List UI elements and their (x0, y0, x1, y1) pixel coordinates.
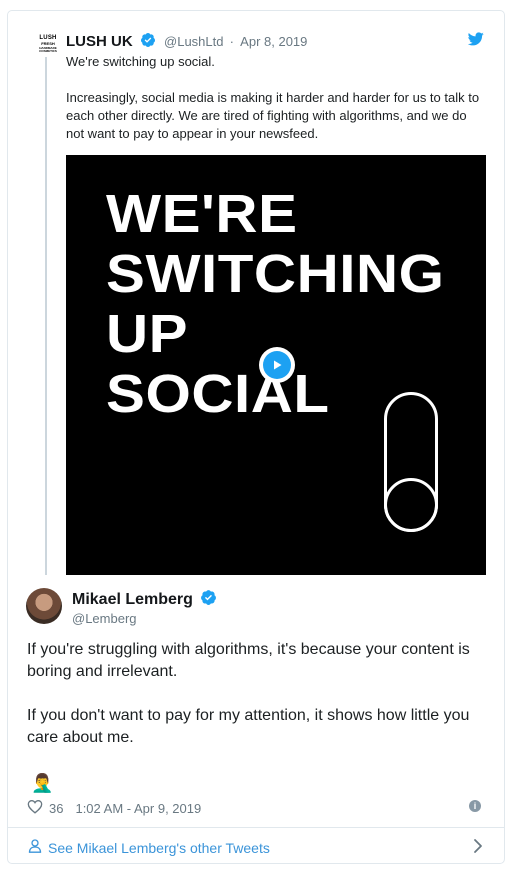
thread-line (45, 57, 47, 575)
quoted-author-handle[interactable]: @LushLtd (164, 34, 223, 49)
play-icon (263, 351, 291, 379)
play-button[interactable] (259, 347, 295, 383)
toggle-graphic (384, 392, 438, 532)
lush-avatar[interactable]: LUSH FRESH HANDMADE COSMETICS (39, 35, 57, 65)
divider (8, 827, 504, 828)
avatar-text-line3: HANDMADE COSMETICS (39, 46, 57, 53)
tweet-timestamp[interactable]: 1:02 AM - Apr 9, 2019 (75, 801, 201, 816)
verified-badge-icon (140, 32, 156, 52)
lemberg-avatar[interactable] (26, 588, 62, 624)
see-other-tweets-link[interactable]: See Mikael Lemberg's other Tweets (28, 839, 270, 856)
embedded-tweet-card: LUSH FRESH HANDMADE COSMETICS LUSH UK @L… (7, 10, 505, 864)
quoted-tweet-date[interactable]: Apr 8, 2019 (240, 34, 307, 49)
media-text-line: SWITCHING (106, 244, 445, 304)
tweet-stats: 36 1:02 AM - Apr 9, 2019 (27, 799, 201, 817)
twitter-bird-icon[interactable] (467, 32, 484, 51)
quoted-author-name[interactable]: LUSH UK (66, 33, 133, 50)
like-count[interactable]: 36 (49, 801, 63, 816)
verified-badge-icon (200, 589, 217, 611)
video-media[interactable]: WE'RE SWITCHING UP SOCIAL (66, 155, 486, 575)
facepalm-emoji: 🤦‍♂️ (31, 773, 54, 793)
heart-icon[interactable] (27, 799, 43, 817)
toggle-knob (384, 478, 438, 532)
media-text-line: UP (106, 304, 189, 364)
quoted-tweet-text: We're switching up social. Increasingly,… (66, 54, 480, 141)
media-text-line: SOCIAL (106, 364, 330, 424)
media-text-line: WE'RE (106, 184, 298, 244)
see-other-tweets-text: See Mikael Lemberg's other Tweets (48, 839, 270, 856)
tweet-text: If you're struggling with algorithms, it… (27, 641, 470, 746)
author-name-row: Mikael Lemberg (72, 589, 217, 611)
person-icon (28, 839, 42, 856)
author-handle[interactable]: @Lemberg (72, 611, 137, 626)
info-icon[interactable]: i (469, 800, 481, 812)
author-name[interactable]: Mikael Lemberg (72, 591, 193, 608)
chevron-right-icon[interactable] (472, 837, 484, 860)
quoted-tweet-header: LUSH UK @LushLtd · Apr 8, 2019 (66, 32, 307, 52)
meta-separator: · (229, 34, 234, 49)
